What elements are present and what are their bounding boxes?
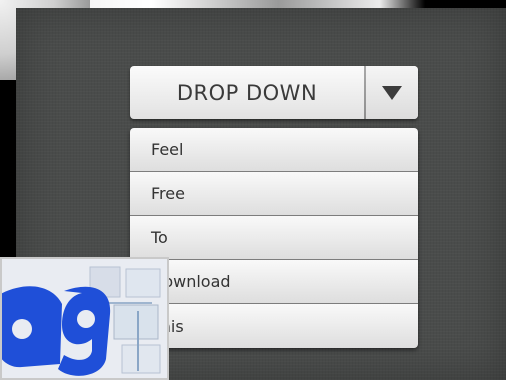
dropdown-button[interactable]: DROP DOWN [130,66,418,119]
menu-item-label: Free [151,184,185,203]
triangle-down-icon [382,85,402,100]
dropdown-toggle[interactable] [366,66,418,119]
menu-item[interactable]: Download [130,260,418,304]
logo-thumbnail [0,257,169,380]
menu-item-label: To [151,228,168,247]
menu-item[interactable]: To [130,216,418,260]
menu-item[interactable]: Feel [130,128,418,172]
dropdown-label: DROP DOWN [176,80,318,105]
menu-item[interactable]: Free [130,172,418,216]
menu-item-label: Feel [151,140,184,159]
dropdown-menu: Feel Free To Download This [130,128,418,348]
menu-item[interactable]: This [130,304,418,348]
logo-image [2,259,167,378]
